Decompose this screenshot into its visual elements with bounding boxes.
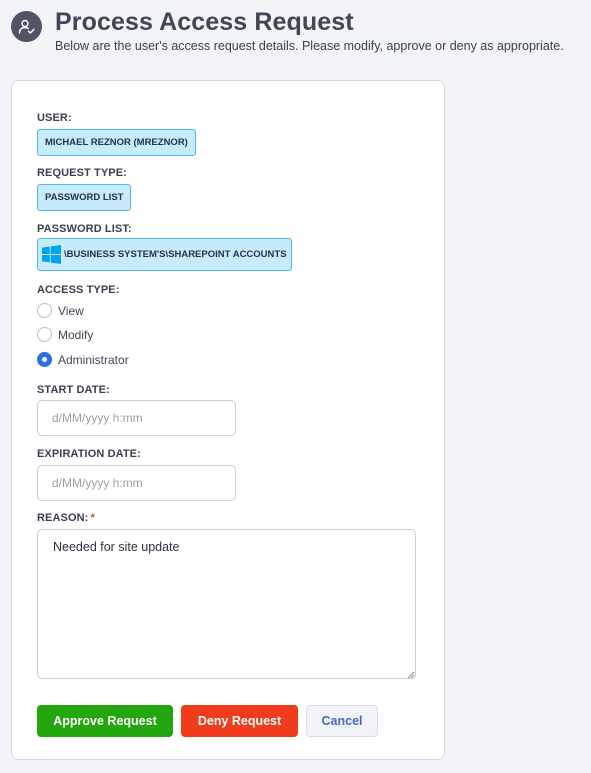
deny-request-button[interactable]: Deny Request: [181, 705, 298, 737]
approve-request-button[interactable]: Approve Request: [37, 705, 173, 737]
user-chip: MICHAEL REZNOR (MREZNOR): [37, 129, 196, 156]
reason-textarea[interactable]: Needed for site update: [37, 529, 416, 679]
access-type-label: ACCESS TYPE:: [37, 284, 120, 296]
page-subtitle: Below are the user's access request deta…: [55, 39, 564, 53]
user-label: USER:: [37, 112, 72, 124]
radio-option-view[interactable]: View: [37, 303, 84, 318]
password-list-label: PASSWORD LIST:: [37, 223, 132, 235]
expiration-date-input[interactable]: [37, 465, 236, 501]
cancel-button[interactable]: Cancel: [306, 705, 378, 737]
radio-view[interactable]: [37, 303, 52, 318]
radio-view-label: View: [58, 303, 84, 318]
required-marker: *: [90, 512, 95, 524]
password-list-value: \BUSINESS SYSTEM'S\SHAREPOINT ACCOUNTS: [64, 249, 287, 260]
windows-logo-icon: [42, 245, 61, 264]
page-title: Process Access Request: [55, 8, 354, 36]
radio-option-administrator[interactable]: Administrator: [37, 352, 129, 367]
radio-administrator-label: Administrator: [58, 352, 129, 367]
radio-modify[interactable]: [37, 327, 52, 342]
expiration-date-label: EXPIRATION DATE:: [37, 448, 141, 460]
start-date-input[interactable]: [37, 400, 236, 436]
resize-grip-icon[interactable]: [406, 670, 415, 679]
reason-label: REASON: *: [37, 512, 95, 524]
start-date-label: START DATE:: [37, 384, 110, 396]
user-check-icon: [11, 11, 42, 42]
radio-administrator[interactable]: [37, 352, 52, 367]
request-type-label: REQUEST TYPE:: [37, 167, 127, 179]
request-type-chip: PASSWORD LIST: [37, 184, 132, 211]
access-request-card: USER: MICHAEL REZNOR (MREZNOR) REQUEST T…: [11, 80, 445, 760]
radio-modify-label: Modify: [58, 327, 94, 342]
password-list-chip: \BUSINESS SYSTEM'S\SHAREPOINT ACCOUNTS: [37, 238, 292, 271]
radio-option-modify[interactable]: Modify: [37, 327, 93, 342]
reason-label-text: REASON:: [37, 512, 89, 524]
